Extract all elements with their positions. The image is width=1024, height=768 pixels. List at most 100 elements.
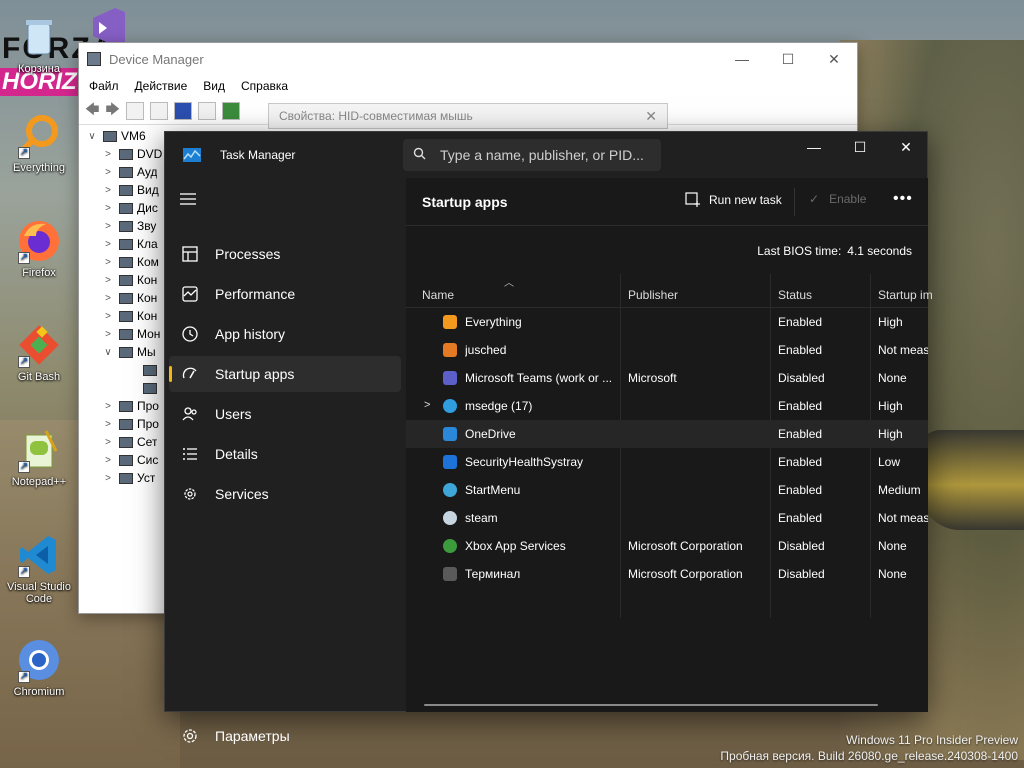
cell-startup-impact: None [878,539,907,553]
search-input[interactable]: Type a name, publisher, or PID... [403,139,661,171]
chevron-right-icon[interactable]: > [101,203,115,214]
minimize-button[interactable]: — [791,132,837,162]
chevron-right-icon[interactable]: > [101,293,115,304]
help-toolbar-icon[interactable] [173,101,192,120]
chevron-right-icon[interactable]: > [101,275,115,286]
chevron-right-icon[interactable]: > [101,473,115,484]
chevron-right-icon[interactable]: > [101,401,115,412]
task-manager-window[interactable]: Task Manager Type a name, publisher, or … [164,131,933,744]
more-options-icon[interactable]: ••• [893,190,913,208]
enable-button[interactable]: ✓ Enable [809,192,866,206]
device-tree-row[interactable]: > Кон [79,307,169,325]
desktop-icon-recycle-bin[interactable]: Корзина [1,14,77,75]
chevron-right-icon[interactable]: > [101,329,115,340]
chevron-right-icon[interactable]: > [101,239,115,250]
table-row[interactable]: Xbox App Services Microsoft Corporation Di… [406,532,928,560]
close-button[interactable]: ✕ [883,132,929,162]
menu-file[interactable]: Файл [89,79,119,93]
scan-toolbar-icon[interactable] [221,101,240,120]
device-tree-row[interactable]: > Зву [79,217,169,235]
xbox-icon [443,539,457,553]
desktop-icon-firefox[interactable]: ↗ Firefox [1,218,77,279]
column-name[interactable]: Name [422,288,454,302]
device-tree-row[interactable]: > Про [79,415,169,433]
desktop-icon-notepad-plus-plus[interactable]: ↗ Notepad++ [1,427,77,488]
nav-item-performance[interactable]: Performance [169,276,401,312]
maximize-button[interactable]: ☐ [837,132,883,162]
back-arrow-icon[interactable]: 🡄 [85,99,99,123]
device-tree-row[interactable]: > DVD [79,145,169,163]
nav-item-startup-apps[interactable]: Startup apps [169,356,401,392]
column-publisher[interactable]: Publisher [628,288,678,302]
run-new-task-button[interactable]: Run new task [685,192,782,208]
chevron-right-icon[interactable]: > [101,455,115,466]
horizontal-scrollbar[interactable] [424,704,878,706]
device-tree-row[interactable] [79,379,169,397]
close-button[interactable]: ✕ [811,51,857,68]
nav-item-details[interactable]: Details [169,436,401,472]
forward-arrow-icon[interactable]: 🡆 [105,99,119,123]
nav-item-users[interactable]: Users [169,396,401,432]
device-tree-row[interactable]: > Кон [79,289,169,307]
cell-name: StartMenu [465,483,521,497]
device-tree-row[interactable]: ∨ Мы [79,343,169,361]
properties-dialog-titlebar[interactable]: Свойства: HID-совместимая мышь ✕ [268,103,668,129]
settings-nav-item[interactable]: Параметры [169,720,401,752]
chevron-right-icon[interactable]: > [101,167,115,178]
chevron-right-icon[interactable]: > [101,257,115,268]
properties-toolbar-icon[interactable] [125,101,144,120]
table-row[interactable]: jusched Enabled Not meas [406,336,928,364]
table-row[interactable]: > msedge (17) Enabled High [406,392,928,420]
device-tree-row[interactable]: > Про [79,397,169,415]
device-tree-row[interactable]: > Кла [79,235,169,253]
column-status[interactable]: Status [778,288,812,302]
chevron-right-icon[interactable]: > [101,311,115,322]
close-icon[interactable]: ✕ [645,108,657,125]
menu-help[interactable]: Справка [241,79,288,93]
cell-status: Enabled [778,399,823,413]
device-tree-row[interactable]: > Дис [79,199,169,217]
chevron-down-icon[interactable]: ∨ [85,131,99,142]
device-tree-row[interactable]: ∨ VM6 [79,127,169,145]
device-tree-row[interactable]: > Кон [79,271,169,289]
chevron-right-icon[interactable]: > [101,221,115,232]
chevron-right-icon[interactable]: > [101,419,115,430]
menu-action[interactable]: Действие [135,79,188,93]
desktop-icon-vscode[interactable]: ↗ Visual Studio Code [1,532,77,605]
table-row[interactable]: SecurityHealthSystray Enabled Low [406,448,928,476]
table-row[interactable]: OneDrive Enabled High [406,420,928,448]
desktop-icon-everything[interactable]: ↗ Everything [1,113,77,174]
view-toolbar-icon[interactable] [197,101,216,120]
task-manager-titlebar[interactable]: Task Manager Type a name, publisher, or … [165,132,929,178]
desktop-icon-chromium[interactable]: ↗ Chromium [1,637,77,698]
device-tree-row[interactable]: > Сис [79,451,169,469]
hamburger-menu-icon[interactable] [179,192,197,206]
device-tree-row[interactable]: > Ком [79,253,169,271]
table-row[interactable]: Everything Enabled High [406,308,928,336]
table-row[interactable]: steam Enabled Not meas [406,504,928,532]
menu-view[interactable]: Вид [203,79,225,93]
nav-item-services[interactable]: Services [169,476,401,512]
chevron-right-icon[interactable]: > [101,149,115,160]
chevron-down-icon[interactable]: ∨ [101,347,115,358]
maximize-button[interactable]: ☐ [765,51,811,68]
device-tree-row[interactable]: > Уст [79,469,169,487]
table-row[interactable]: Microsoft Teams (work or ... Microsoft Dis… [406,364,928,392]
device-tree-row[interactable]: > Сет [79,433,169,451]
device-manager-titlebar[interactable]: Device Manager — ☐ ✕ [79,43,857,75]
device-tree-row[interactable]: > Ауд [79,163,169,181]
chevron-right-icon[interactable]: > [101,185,115,196]
device-tree-row[interactable]: > Вид [79,181,169,199]
device-tree-row[interactable]: > Мон [79,325,169,343]
minimize-button[interactable]: — [719,51,765,68]
update-toolbar-icon[interactable] [149,101,168,120]
table-row[interactable]: Терминал Microsoft Corporation Disabled Non… [406,560,928,588]
column-startup-impact[interactable]: Startup im [878,288,933,302]
nav-item-processes[interactable]: Processes [169,236,401,272]
expand-chevron-icon[interactable]: > [424,399,430,411]
device-tree-row[interactable] [79,361,169,379]
table-row[interactable]: StartMenu Enabled Medium [406,476,928,504]
desktop-icon-git-bash[interactable]: ↗ Git Bash [1,322,77,383]
chevron-right-icon[interactable]: > [101,437,115,448]
nav-item-app-history[interactable]: App history [169,316,401,352]
